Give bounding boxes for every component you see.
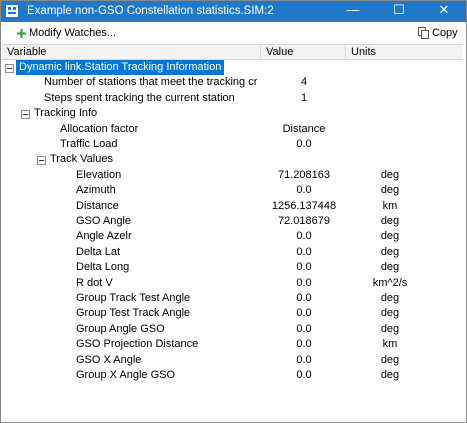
tree-row[interactable]: Distance 1256.137448 km <box>2 199 462 214</box>
tree-row[interactable]: Tracking Info <box>2 106 462 121</box>
tree-row[interactable]: Traffic Load 0.0 <box>2 137 462 152</box>
collapse-toggle-icon[interactable] <box>37 156 46 166</box>
variable-value: 0.0 <box>296 369 312 381</box>
variable-units: km <box>382 338 398 351</box>
variable-name: GSO Projection Distance <box>76 338 199 351</box>
variable-value: 0.0 <box>296 307 312 320</box>
tree-row[interactable]: Delta Long 0.0 deg <box>2 260 462 275</box>
variable-units: deg <box>380 322 400 335</box>
tree-row[interactable]: Azimuth 0.0 deg <box>2 183 462 198</box>
variable-units: deg <box>380 353 400 366</box>
variable-value: 4 <box>300 76 308 89</box>
variable-units: deg <box>380 292 400 304</box>
tree-row[interactable]: Number of stations that meet the trackin… <box>2 75 462 90</box>
variable-units: deg <box>380 168 400 181</box>
maximize-button[interactable]: ☐ <box>376 0 422 22</box>
variable-name: Dynamic link.Station Tracking Informatio… <box>16 60 225 75</box>
variable-name: Allocation factor <box>60 122 139 135</box>
variable-name: GSO Angle <box>76 215 132 227</box>
title-bar: Example non-GSO Constellation statistics… <box>0 0 467 22</box>
variable-value: 0.0 <box>296 276 312 289</box>
variable-value: 0.0 <box>296 322 312 335</box>
tree-row[interactable]: Steps spent tracking the current station… <box>2 91 462 106</box>
variable-units: deg <box>380 369 400 381</box>
tree-row[interactable]: Group X Angle GSO 0.0 deg <box>2 368 462 383</box>
column-header: Variable Value Units <box>2 44 462 60</box>
variable-name: Group Angle GSO <box>76 322 165 335</box>
variable-name: Track Values <box>50 153 113 166</box>
variable-name: Azimuth <box>76 184 116 197</box>
variable-name: Tracking Info <box>34 107 98 120</box>
variable-value: 0.0 <box>296 338 312 351</box>
variable-name: Angle Azelr <box>76 230 132 243</box>
variable-name: Elevation <box>76 168 122 181</box>
copy-button[interactable]: Copy <box>418 25 458 41</box>
modify-watches-button[interactable]: Modify Watches... <box>17 25 116 41</box>
variable-value: 0.0 <box>296 230 312 243</box>
tree-row[interactable]: GSO X Angle 0.0 deg <box>2 353 462 368</box>
app-icon <box>6 5 18 17</box>
variable-name: Distance <box>76 199 119 212</box>
tree-row[interactable]: Allocation factor Distance <box>2 122 462 137</box>
close-button[interactable]: ✕ <box>421 0 467 22</box>
tree-row[interactable]: R dot V 0.0 km^2/s <box>2 276 462 291</box>
variable-name: GSO X Angle <box>76 353 142 366</box>
modify-watches-label: Modify Watches... <box>29 27 117 39</box>
variable-units: km^2/s <box>372 276 408 289</box>
variable-name: Group X Angle GSO <box>76 369 176 381</box>
variable-value: 1256.137448 <box>271 199 337 212</box>
variable-name: Delta Lat <box>76 245 121 258</box>
tree-row[interactable]: GSO Angle 72.018679 deg <box>2 214 462 229</box>
variable-value: Distance <box>282 122 326 135</box>
minimize-button[interactable]: — <box>330 0 376 22</box>
tree-row[interactable]: Dynamic link.Station Tracking Informatio… <box>2 60 462 75</box>
tree-row[interactable]: Group Angle GSO 0.0 deg <box>2 322 462 337</box>
copy-label: Copy <box>432 27 458 39</box>
variable-name: Steps spent tracking the current station <box>44 91 235 104</box>
variable-units: deg <box>380 230 400 243</box>
variable-value: 72.018679 <box>278 215 330 227</box>
collapse-toggle-icon[interactable] <box>5 64 14 73</box>
variable-units: deg <box>380 307 400 320</box>
variable-name: Group Track Test Angle <box>76 292 191 304</box>
variable-units: deg <box>380 184 400 197</box>
window-title: Example non-GSO Constellation statistics… <box>27 5 274 17</box>
tree-row[interactable]: GSO Projection Distance 0.0 km <box>2 337 462 352</box>
tree-row[interactable]: Angle Azelr 0.0 deg <box>2 229 462 244</box>
toolbar: Modify Watches... Copy <box>0 22 467 44</box>
tree-row[interactable]: Group Test Track Angle 0.0 deg <box>2 306 462 321</box>
variable-value: 71.208163 <box>278 168 330 181</box>
variable-units: deg <box>380 215 400 227</box>
tree-row[interactable]: Delta Lat 0.0 deg <box>2 245 462 260</box>
variable-name: R dot V <box>76 276 113 289</box>
variable-value: 0.0 <box>296 353 312 366</box>
variable-name: Delta Long <box>76 261 130 274</box>
variable-value: 0.0 <box>296 261 312 274</box>
copy-icon <box>418 27 429 40</box>
tree-row[interactable]: Group Track Test Angle 0.0 deg <box>2 291 462 306</box>
variable-units: deg <box>380 245 400 258</box>
variable-value: 0.0 <box>296 184 312 197</box>
variable-value: 0.0 <box>296 292 312 304</box>
variable-units: km <box>382 199 398 212</box>
variable-value: 0.0 <box>296 245 312 258</box>
watch-tree[interactable]: Dynamic link.Station Tracking Informatio… <box>2 60 462 390</box>
units-column-header[interactable]: Units <box>346 45 462 59</box>
add-icon <box>17 28 26 38</box>
tree-row[interactable]: Elevation 71.208163 deg <box>2 168 462 183</box>
variable-units: deg <box>380 261 400 274</box>
value-column-header[interactable]: Value <box>261 45 345 59</box>
variable-value: 1 <box>300 91 308 104</box>
variable-name: Group Test Track Angle <box>76 307 191 320</box>
variable-name: Number of stations that meet the trackin… <box>44 76 257 89</box>
collapse-toggle-icon[interactable] <box>21 110 30 120</box>
variable-value: 0.0 <box>296 138 312 150</box>
tree-row[interactable]: Track Values <box>2 152 462 167</box>
variable-name: Traffic Load <box>60 138 118 150</box>
variable-column-header[interactable]: Variable <box>2 45 260 59</box>
